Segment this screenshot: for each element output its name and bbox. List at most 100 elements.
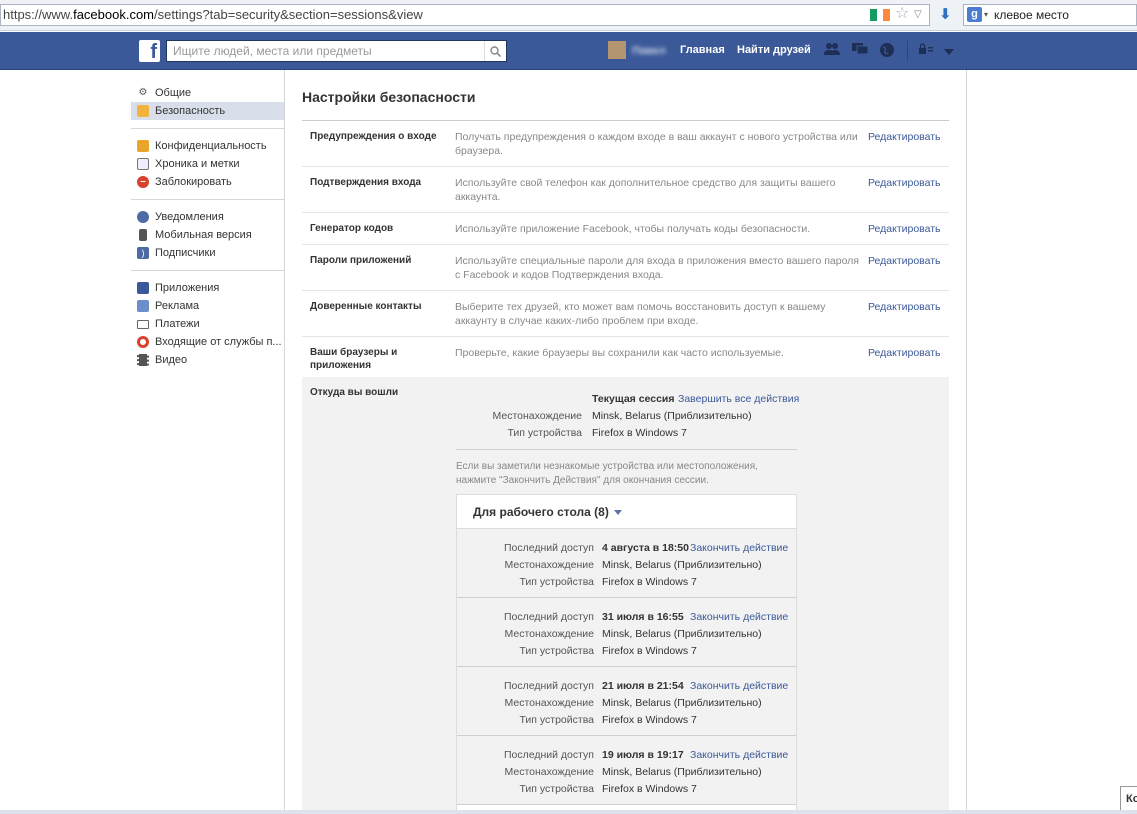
browser-toolbar: https://www.facebook.com/settings?tab=se… <box>0 0 1137 31</box>
notifications-globe-icon[interactable] <box>878 42 896 59</box>
end-session-link[interactable]: Закончить действие <box>690 680 788 692</box>
location-key: Местонахождение <box>504 559 594 571</box>
session-entry: Последний доступ 21 июля в 21:54 Закончи… <box>457 667 796 736</box>
device-value: Firefox в Windows 7 <box>602 714 697 726</box>
facebook-header: f Ищите людей, места или предметы Павел … <box>0 32 1137 70</box>
film-icon <box>137 354 149 366</box>
end-all-activity-link[interactable]: Завершить все действия <box>678 393 799 405</box>
profile-name-link[interactable]: Павел <box>632 45 666 57</box>
fb-search-input[interactable]: Ищите людей, места или предметы <box>166 40 507 62</box>
setting-description: Используйте специальные пароли для входа… <box>455 255 859 281</box>
setting-row-login-alerts: Предупреждения о входе Получать предупре… <box>302 121 949 167</box>
sidebar-divider <box>131 199 284 200</box>
sidebar-item-label: Подписчики <box>155 247 216 259</box>
last-access-value: 4 августа в 18:50 <box>602 542 689 554</box>
browser-search-value: клевое место <box>994 8 1069 22</box>
last-access-value: 31 июля в 16:55 <box>602 611 684 623</box>
sessions-divider <box>456 449 797 450</box>
end-session-link[interactable]: Закончить действие <box>690 542 788 554</box>
last-access-key: Последний доступ <box>503 680 594 692</box>
edit-button[interactable]: Редактировать <box>868 131 941 143</box>
location-key: Местонахождение <box>504 697 594 709</box>
sidebar-item-notifications[interactable]: Уведомления <box>131 208 284 226</box>
location-value: Minsk, Belarus (Приблизительно) <box>602 559 762 571</box>
active-sessions-panel: Откуда вы вошли Текущая сессия Завершить… <box>302 377 949 814</box>
sidebar-item-blocking[interactable]: – Заблокировать <box>131 173 284 191</box>
sessions-label: Откуда вы вошли <box>310 387 399 398</box>
setting-label: Предупреждения о входе <box>310 131 437 142</box>
search-engine-dropdown-icon[interactable]: ▾ <box>984 5 988 25</box>
sidebar-item-apps[interactable]: Приложения <box>131 279 284 297</box>
edit-button[interactable]: Редактировать <box>868 301 941 313</box>
facebook-logo-icon[interactable]: f <box>139 40 160 63</box>
sidebar-item-general[interactable]: ⚙ Общие <box>131 84 284 102</box>
chat-tab[interactable]: Ко <box>1120 786 1137 812</box>
block-icon: – <box>137 176 149 188</box>
setting-row-browsers-apps: Ваши браузеры и приложения Проверьте, ка… <box>302 337 949 381</box>
right-column-divider <box>966 70 967 814</box>
sidebar-item-label: Общие <box>155 87 192 99</box>
messages-icon[interactable] <box>851 42 869 59</box>
sidebar-item-mobile[interactable]: Мобильная версия <box>131 226 284 244</box>
sidebar-item-support-inbox[interactable]: Входящие от службы п... <box>131 333 284 351</box>
current-session-title: Текущая сессия <box>592 393 675 405</box>
account-menu-chevron-down-icon[interactable] <box>940 42 958 59</box>
setting-description: Используйте приложение Facebook, чтобы п… <box>455 223 811 235</box>
device-value: Firefox в Windows 7 <box>602 576 697 588</box>
device-value: Firefox в Windows 7 <box>592 427 687 439</box>
security-settings-list: Предупреждения о входе Получать предупре… <box>302 120 949 381</box>
last-access-value: 19 июля в 19:17 <box>602 749 684 761</box>
shield-icon <box>137 105 149 117</box>
globe-icon <box>137 211 149 223</box>
credit-card-icon <box>137 320 149 329</box>
address-bar[interactable]: https://www.facebook.com/settings?tab=se… <box>0 4 930 26</box>
friend-requests-icon[interactable] <box>823 42 841 59</box>
edit-button[interactable]: Редактировать <box>868 177 941 189</box>
sidebar-item-label: Видео <box>155 354 188 366</box>
setting-row-code-generator: Генератор кодов Используйте приложение F… <box>302 213 949 245</box>
bookmark-star-icon[interactable]: ☆ <box>895 5 909 23</box>
privacy-shortcuts-icon[interactable] <box>917 42 935 59</box>
desktop-sessions-title: Для рабочего стола (8) <box>473 505 609 519</box>
setting-label: Подтверждения входа <box>310 177 422 188</box>
search-icon[interactable] <box>484 41 506 61</box>
sessions-note: Если вы заметили незнакомые устройства и… <box>456 461 758 486</box>
setting-row-login-approvals: Подтверждения входа Используйте свой тел… <box>302 167 949 213</box>
desktop-sessions-toggle[interactable]: Для рабочего стола (8) <box>457 495 796 529</box>
sidebar-item-ads[interactable]: Реклама <box>131 297 284 315</box>
find-friends-link[interactable]: Найти друзей <box>737 44 811 56</box>
sidebar-item-privacy[interactable]: Конфиденциальность <box>131 137 284 155</box>
edit-button[interactable]: Редактировать <box>868 255 941 267</box>
setting-description: Получать предупреждения о каждом входе в… <box>455 131 858 157</box>
end-session-link[interactable]: Закончить действие <box>690 749 788 761</box>
google-icon: g <box>967 7 982 22</box>
fb-search-placeholder: Ищите людей, места или предметы <box>173 44 372 58</box>
session-entry: Последний доступ 19 июля в 19:17 Закончи… <box>457 736 796 805</box>
browser-search-input[interactable]: g ▾ клевое место <box>963 4 1137 26</box>
home-link[interactable]: Главная <box>680 44 725 56</box>
caret-down-icon <box>614 510 623 516</box>
sidebar-item-label: Уведомления <box>155 211 224 223</box>
bottom-edge <box>0 810 1137 814</box>
header-divider <box>907 41 908 61</box>
end-session-link[interactable]: Закончить действие <box>690 611 788 623</box>
device-value: Firefox в Windows 7 <box>602 645 697 657</box>
location-value: Minsk, Belarus (Приблизительно) <box>602 628 762 640</box>
edit-button[interactable]: Редактировать <box>868 347 941 359</box>
sidebar-item-video[interactable]: Видео <box>131 351 284 369</box>
lock-icon <box>137 140 149 152</box>
avatar[interactable] <box>608 41 626 59</box>
sidebar-item-followers[interactable]: ) Подписчики <box>131 244 284 262</box>
last-access-key: Последний доступ <box>503 611 594 623</box>
url-prefix: https://www. <box>3 7 74 22</box>
sidebar-item-payments[interactable]: Платежи <box>131 315 284 333</box>
sidebar-item-timeline[interactable]: Хроника и метки <box>131 155 284 173</box>
url-dropdown-icon[interactable]: ▽ <box>914 9 922 20</box>
sidebar-item-security[interactable]: Безопасность <box>131 102 284 120</box>
sidebar-item-label: Реклама <box>155 300 200 312</box>
download-icon[interactable]: ⬇ <box>939 5 952 23</box>
session-entry: Последний доступ 4 августа в 18:50 Закон… <box>457 529 796 598</box>
setting-row-trusted-contacts: Доверенные контакты Выберите тех друзей,… <box>302 291 949 337</box>
edit-button[interactable]: Редактировать <box>868 223 941 235</box>
apps-icon <box>137 282 149 294</box>
